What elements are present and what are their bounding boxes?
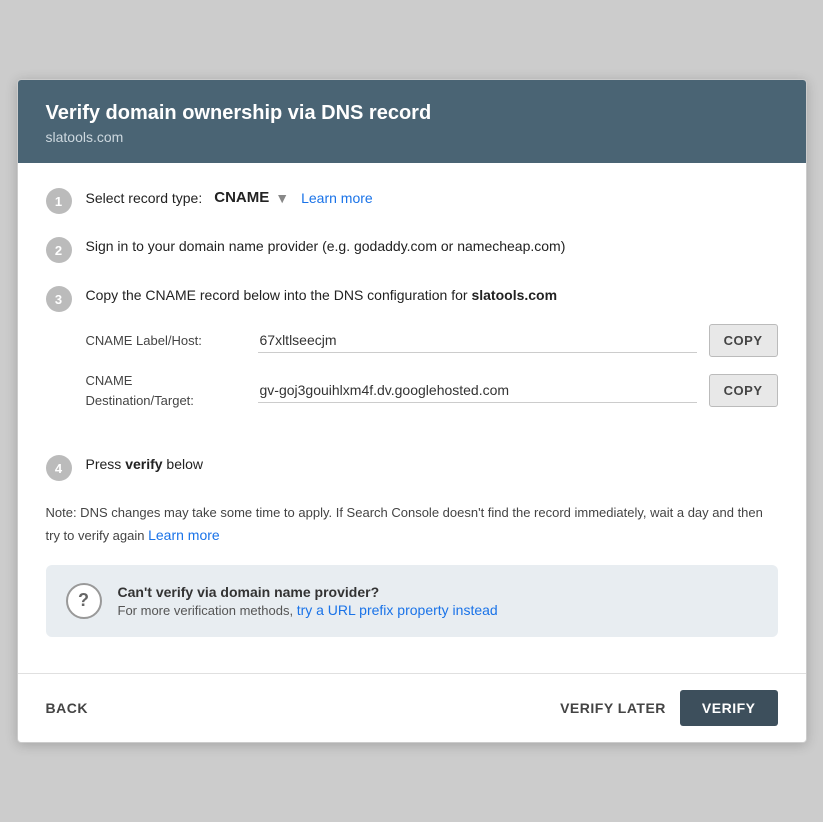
verify-later-button[interactable]: VERIFY LATER	[560, 700, 666, 716]
info-box-text: Can't verify via domain name provider? F…	[118, 584, 498, 618]
cname-destination-input[interactable]	[258, 378, 697, 403]
info-box: ? Can't verify via domain name provider?…	[46, 565, 778, 637]
step-2-content: Sign in to your domain name provider (e.…	[86, 236, 778, 257]
step-3-domain: slatools.com	[471, 287, 557, 303]
step-2-number: 2	[46, 237, 72, 263]
step-4-content: Press verify below	[86, 454, 778, 475]
learn-more-link-2[interactable]: Learn more	[148, 527, 220, 543]
learn-more-link-1[interactable]: Learn more	[301, 188, 373, 209]
dialog-header: Verify domain ownership via DNS record s…	[18, 80, 806, 163]
cname-fields: CNAME Label/Host: COPY CNAMEDestination/…	[86, 316, 778, 432]
question-icon: ?	[66, 583, 102, 619]
chevron-down-icon: ▼	[275, 188, 289, 209]
cname-destination-field-label: CNAMEDestination/Target:	[86, 371, 246, 410]
step-3: 3 Copy the CNAME record below into the D…	[46, 285, 778, 432]
info-box-title: Can't verify via domain name provider?	[118, 584, 498, 600]
step-3-text-before: Copy the CNAME record below into the DNS…	[86, 287, 472, 303]
info-box-desc: For more verification methods, try a URL…	[118, 602, 498, 618]
step-4-bold: verify	[125, 456, 162, 472]
dialog-subtitle: slatools.com	[46, 129, 778, 145]
step-1-content: Select record type: CNAME ▼ Learn more	[86, 187, 778, 210]
cname-destination-row: CNAMEDestination/Target: COPY	[86, 371, 778, 410]
dialog-footer: BACK VERIFY LATER VERIFY	[18, 673, 806, 742]
dialog-body: 1 Select record type: CNAME ▼ Learn more…	[18, 163, 806, 653]
cname-label-input[interactable]	[258, 328, 697, 353]
back-button[interactable]: BACK	[46, 700, 88, 716]
step-1-number: 1	[46, 188, 72, 214]
footer-right: VERIFY LATER VERIFY	[560, 690, 777, 726]
record-type-value: CNAME	[214, 187, 269, 210]
info-desc-before: For more verification methods,	[118, 603, 297, 618]
record-type-select[interactable]: CNAME ▼	[214, 187, 289, 210]
verify-domain-dialog: Verify domain ownership via DNS record s…	[17, 79, 807, 743]
step-4: 4 Press verify below	[46, 454, 778, 481]
note-section: Note: DNS changes may take some time to …	[46, 503, 778, 547]
copy-label-button[interactable]: COPY	[709, 324, 778, 357]
dialog-title: Verify domain ownership via DNS record	[46, 102, 778, 125]
step-4-text-before: Press	[86, 456, 126, 472]
step-2: 2 Sign in to your domain name provider (…	[46, 236, 778, 263]
select-record-label: Select record type:	[86, 188, 203, 209]
step-3-number: 3	[46, 286, 72, 312]
step-3-content: Copy the CNAME record below into the DNS…	[86, 285, 778, 432]
step-1: 1 Select record type: CNAME ▼ Learn more	[46, 187, 778, 214]
verify-button[interactable]: VERIFY	[680, 690, 778, 726]
url-prefix-link[interactable]: try a URL prefix property instead	[297, 602, 498, 618]
copy-destination-button[interactable]: COPY	[709, 374, 778, 407]
cname-label-field-label: CNAME Label/Host:	[86, 331, 246, 351]
step-4-number: 4	[46, 455, 72, 481]
step-4-text-after: below	[163, 456, 203, 472]
cname-label-row: CNAME Label/Host: COPY	[86, 324, 778, 357]
